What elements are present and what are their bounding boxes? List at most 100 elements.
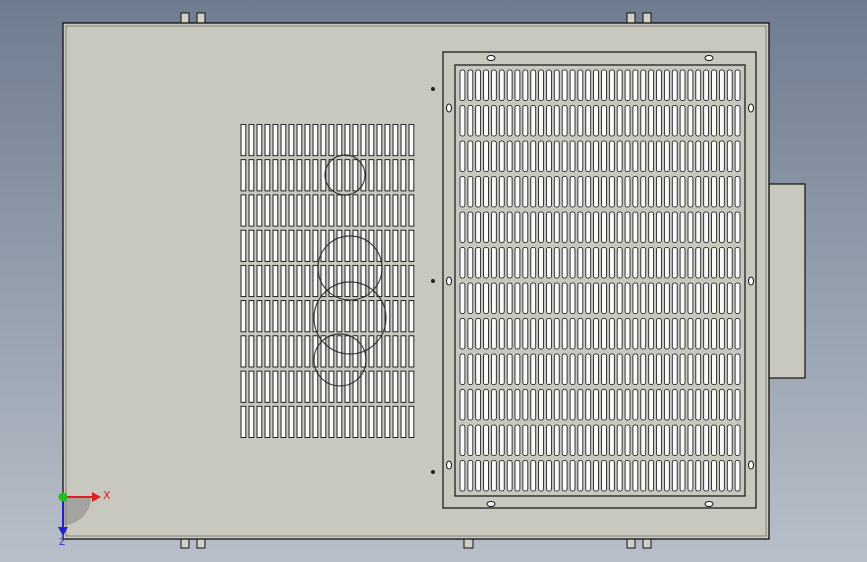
condenser-grille-slot (475, 282, 482, 314)
fan-grille-slot (384, 264, 391, 298)
condenser-grille-slot (530, 247, 537, 279)
condenser-grille-slot (679, 69, 686, 101)
condenser-grille-slot (593, 353, 599, 385)
condenser-grille-slot (703, 389, 710, 421)
condenser-grille-slot (585, 460, 592, 492)
condenser-grille-slot (632, 69, 639, 101)
condenser-grille-slot (601, 211, 607, 243)
condenser-grille-slot (553, 247, 560, 279)
condenser-grille-slot (664, 69, 670, 101)
condenser-grille-slot (695, 247, 702, 279)
condenser-grille-slot (601, 389, 607, 421)
condenser-grille-slot (569, 211, 576, 243)
condenser-grille-slot (616, 247, 623, 279)
fan-grille-slot (248, 229, 255, 262)
condenser-grille-slot (569, 353, 576, 385)
fan-grille-slot (328, 124, 335, 157)
condenser-grille-slot (601, 69, 607, 101)
fan-grille-slot (376, 405, 383, 438)
condenser-grille-slot (648, 353, 655, 385)
condenser-grille-slot (569, 460, 576, 492)
condenser-grille-slot (514, 318, 521, 350)
condenser-grille-slot (711, 389, 717, 421)
fan-grille-slot (288, 194, 295, 227)
condenser-grille-slot (734, 389, 741, 421)
condenser-grille-slot (624, 69, 631, 101)
fan-grille-slot (408, 124, 415, 157)
condenser-grille-slot (648, 282, 655, 314)
condenser-grille-slot (648, 69, 655, 101)
condenser-grille-slot (514, 105, 521, 137)
condenser-grille-slot (640, 247, 647, 279)
condenser-grille-slot (577, 282, 584, 314)
fan-grille-slot (384, 194, 391, 227)
fan-grille-slot (256, 335, 263, 368)
fan-grille-slot (392, 300, 399, 333)
condenser-grille-slot (695, 353, 702, 385)
fan-grille-slot (392, 124, 399, 157)
condenser-grille-slot (459, 389, 466, 421)
fan-grille-slot (376, 194, 383, 227)
condenser-grille-slot (546, 105, 552, 137)
condenser-grille-slot (490, 424, 497, 456)
condenser-grille-slot (498, 105, 505, 137)
condenser-grille-slot (648, 389, 655, 421)
condenser-grille-slot (719, 176, 725, 208)
condenser-grille-slot (609, 105, 615, 137)
condenser-grille-slot (498, 176, 505, 208)
fan-grille-slot (272, 124, 279, 157)
condenser-grille-slot (585, 282, 592, 314)
condenser-grille-slot (561, 282, 568, 314)
condenser-grille-slot (490, 282, 497, 314)
condenser-grille-slot (506, 389, 513, 421)
condenser-grille-slot (734, 424, 741, 456)
fan-grille-slot (304, 335, 311, 368)
condenser-grille-slot (719, 460, 725, 492)
condenser-grille-slot (726, 105, 733, 137)
fan-grille-slot (400, 300, 407, 333)
condenser-grille-slot (632, 318, 639, 350)
fan-grille-slot (296, 335, 303, 368)
condenser-grille-slot (498, 460, 505, 492)
condenser-grille-slot (671, 176, 678, 208)
condenser-grille-slot (687, 318, 694, 350)
fan-grille-slot (320, 370, 327, 403)
fan-grille-slot (392, 229, 399, 262)
top-mounting-tabs (180, 12, 652, 24)
condenser-grille-slot (664, 389, 670, 421)
condenser-grille-slot (522, 389, 529, 421)
condenser-grille-slot (530, 389, 537, 421)
condenser-grille-slot (561, 176, 568, 208)
condenser-grille-slot (585, 424, 592, 456)
fan-grille-slot (288, 370, 295, 403)
cabinet-air-conditioner-drawing: X Z (58, 12, 806, 549)
condenser-grille-slot (459, 424, 466, 456)
fan-grille-slot (344, 405, 351, 438)
condenser-grille-slot (561, 69, 568, 101)
fan-grille-slot (240, 264, 247, 298)
condenser-grille-slot (569, 247, 576, 279)
fan-grille-slot (344, 194, 351, 227)
condenser-grille-slot (711, 140, 717, 172)
fan-grille-slot (384, 335, 391, 368)
condenser-grille-slot (522, 247, 529, 279)
condenser-grille-slot (490, 247, 497, 279)
fan-grille-slot (352, 264, 359, 298)
condenser-grille-slot (459, 247, 466, 279)
condenser-grille-slot (679, 318, 686, 350)
condenser-grille-slot (656, 282, 662, 314)
condenser-grille-slot (522, 211, 529, 243)
condenser-grille-slot (640, 176, 647, 208)
fan-grille-slot (272, 229, 279, 262)
condenser-grille-slot (671, 460, 678, 492)
fan-grille-slot (240, 405, 247, 438)
condenser-grille-slot (601, 282, 607, 314)
condenser-grille-slot (711, 460, 717, 492)
fan-grille-slot (288, 229, 295, 262)
fan-grille-slot (264, 335, 271, 368)
fan-grille-slot (240, 194, 247, 227)
condenser-grille-slot (601, 353, 607, 385)
condenser-grille-slot (483, 282, 489, 314)
condenser-grille-slot (593, 69, 599, 101)
cad-viewport[interactable]: X Z (0, 0, 867, 562)
